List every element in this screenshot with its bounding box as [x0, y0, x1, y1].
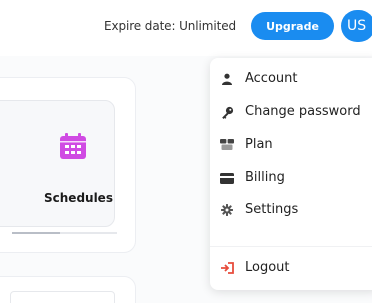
user-dropdown-menu: Account Change password Plan Billing Set… — [210, 58, 372, 290]
scrollbar-thumb[interactable] — [12, 232, 60, 234]
menu-divider — [210, 246, 372, 247]
menu-item-label: Billing — [245, 170, 285, 185]
user-icon — [220, 72, 234, 86]
menu-item-plan[interactable]: Plan — [210, 131, 372, 159]
expire-date-text: Expire date: Unlimited — [104, 19, 237, 33]
menu-item-settings[interactable]: Settings — [210, 196, 372, 224]
user-avatar[interactable]: US — [341, 10, 372, 42]
menu-item-label: Account — [245, 71, 298, 86]
panel-input[interactable] — [10, 291, 115, 303]
credit-card-icon — [220, 171, 234, 185]
menu-item-label: Change password — [245, 104, 361, 119]
gear-icon — [220, 203, 234, 217]
menu-item-label: Logout — [245, 260, 290, 275]
menu-item-label: Settings — [245, 202, 299, 217]
schedules-card[interactable] — [0, 100, 115, 227]
menu-item-logout[interactable]: Logout — [210, 254, 372, 282]
schedules-label: Schedules — [44, 191, 113, 205]
key-icon — [220, 105, 234, 119]
menu-item-change-password[interactable]: Change password — [210, 98, 372, 126]
plan-icon — [220, 138, 234, 152]
logout-icon — [220, 261, 234, 275]
horizontal-scrollbar[interactable] — [12, 232, 117, 234]
top-bar: Expire date: Unlimited Upgrade US — [0, 0, 372, 50]
upgrade-button[interactable]: Upgrade — [251, 12, 334, 40]
menu-item-billing[interactable]: Billing — [210, 164, 372, 192]
calendar-icon — [60, 133, 86, 159]
menu-item-label: Plan — [245, 137, 273, 152]
menu-item-account[interactable]: Account — [210, 65, 372, 93]
